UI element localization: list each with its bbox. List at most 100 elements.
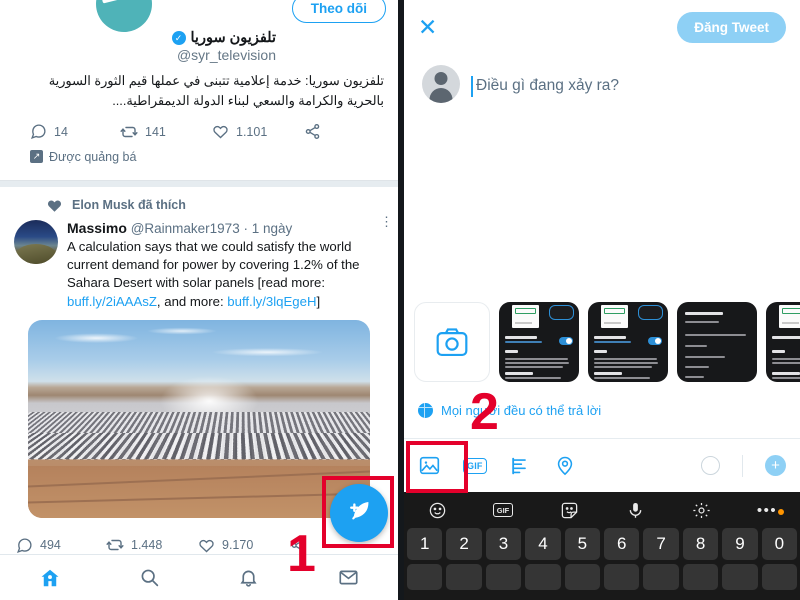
key-2[interactable]: 2 [446, 528, 481, 560]
emoji-button[interactable] [404, 501, 470, 520]
retweet-icon [120, 123, 138, 141]
reply-audience-setting[interactable]: Mọi người đều có thể trả lời [418, 403, 601, 418]
key-blank[interactable] [446, 564, 481, 590]
keyboard-settings-button[interactable] [668, 501, 734, 520]
add-tweet-button[interactable]: + [765, 455, 786, 476]
globe-icon [418, 403, 433, 418]
thumb-doc [779, 305, 800, 327]
voice-input-button[interactable] [602, 501, 668, 520]
image-icon [418, 454, 441, 477]
section-divider [0, 180, 398, 187]
open-camera-button[interactable] [414, 302, 490, 382]
search-icon [139, 567, 160, 588]
key-blank[interactable] [486, 564, 521, 590]
virtual-keyboard: GIF ••• 1 2 3 4 5 6 7 8 9 0 [404, 492, 800, 600]
poll-icon [509, 455, 532, 477]
tweet-link-1[interactable]: buff.ly/2iAAAsZ [67, 294, 157, 309]
tweet-actions: 494 1.448 9.170 [0, 536, 398, 554]
keyboard-more-button[interactable]: ••• [734, 503, 800, 518]
key-blank[interactable] [722, 564, 757, 590]
sidebar-item-notifications[interactable] [199, 567, 299, 588]
composer-body: Điều gì đang xảy ra? [404, 53, 800, 103]
promoted-tweet[interactable]: Theo dõi ✓ تلفزيون سوريا @syr_television… [0, 0, 398, 180]
author-line: Massimo @Rainmaker1973 · 1 ngày [67, 220, 384, 237]
gallery-thumbnail[interactable] [677, 302, 757, 382]
share-action[interactable] [304, 123, 368, 140]
gallery-thumbnail[interactable] [588, 302, 668, 382]
key-blank[interactable] [565, 564, 600, 590]
screenshot-root: Theo dõi ✓ تلفزيون سوريا @syr_television… [0, 0, 800, 600]
image-attach-button[interactable] [418, 454, 441, 477]
thumb-toggle [648, 337, 662, 345]
share-icon [304, 123, 321, 140]
sidebar-item-home[interactable] [0, 567, 100, 589]
home-icon [39, 567, 61, 589]
key-8[interactable]: 8 [683, 528, 718, 560]
reply-icon [16, 537, 33, 554]
reply-count: 14 [54, 125, 68, 139]
retweet-action[interactable]: 1.448 [106, 536, 198, 554]
tweet-link-2[interactable]: buff.ly/3lqEgeH [227, 294, 316, 309]
liked-tweet[interactable]: ⋮ Elon Musk đã thích Massimo @Rainmaker1… [0, 187, 398, 518]
author-handle: @Rainmaker1973 [131, 221, 240, 236]
toolbar-separator [742, 455, 743, 477]
text-caret [471, 76, 473, 97]
key-blank[interactable] [407, 564, 442, 590]
avatar[interactable] [422, 65, 460, 103]
key-7[interactable]: 7 [643, 528, 678, 560]
like-action[interactable]: 1.101 [212, 123, 304, 140]
tweet-text-part-1: A calculation says that we could satisfy… [67, 239, 359, 290]
post-tweet-button[interactable]: Đăng Tweet [677, 12, 786, 43]
keyboard-letter-row [404, 564, 800, 594]
compose-feather-icon [344, 498, 374, 528]
poll-button[interactable] [509, 455, 532, 477]
key-blank[interactable] [762, 564, 797, 590]
annotation-number-2: 2 [470, 386, 499, 438]
thumb-bubble [549, 305, 575, 319]
sidebar-item-search[interactable] [100, 567, 200, 588]
key-blank[interactable] [683, 564, 718, 590]
keyboard-number-row: 1 2 3 4 5 6 7 8 9 0 [404, 528, 800, 564]
follow-button[interactable]: Theo dõi [292, 0, 386, 23]
gallery-thumbnail[interactable] [499, 302, 579, 382]
more-icon: ••• [757, 503, 777, 518]
time-separator: · [243, 221, 248, 236]
thumb-doc [512, 305, 539, 327]
sticker-button[interactable] [536, 501, 602, 520]
tweet-photo-solar-farm[interactable] [28, 320, 370, 518]
tweet-overflow-menu-icon[interactable]: ⋮ [380, 220, 384, 224]
gallery-thumbnail[interactable] [766, 302, 800, 382]
key-4[interactable]: 4 [525, 528, 560, 560]
location-button[interactable] [554, 454, 576, 477]
reply-action[interactable]: 494 [16, 537, 106, 554]
author-name: تلفزيون سوريا [191, 30, 276, 46]
sticker-icon [560, 501, 579, 520]
tweet-text-input[interactable]: Điều gì đang xảy ra? [471, 65, 619, 103]
avatar[interactable] [14, 220, 58, 264]
author-line: ✓ تلفزيون سوريا [14, 30, 384, 46]
photo-desert-ground [28, 466, 370, 517]
keyboard-gif-button[interactable]: GIF [470, 503, 536, 517]
key-9[interactable]: 9 [722, 528, 757, 560]
retweet-icon [106, 536, 124, 554]
compose-tweet-fab[interactable] [330, 484, 388, 542]
key-blank[interactable] [604, 564, 639, 590]
close-icon[interactable]: ✕ [418, 16, 437, 39]
key-0[interactable]: 0 [762, 528, 797, 560]
twitter-timeline-panel: Theo dõi ✓ تلفزيون سوريا @syr_television… [0, 0, 398, 600]
key-5[interactable]: 5 [565, 528, 600, 560]
retweet-count: 1.448 [131, 538, 162, 552]
retweet-action[interactable]: 141 [120, 123, 212, 141]
reply-action[interactable]: 14 [30, 123, 120, 140]
like-action[interactable]: 9.170 [198, 537, 290, 554]
key-3[interactable]: 3 [486, 528, 521, 560]
key-1[interactable]: 1 [407, 528, 442, 560]
key-6[interactable]: 6 [604, 528, 639, 560]
thumb-toggle [559, 337, 573, 345]
gif-attach-button[interactable]: GIF [463, 458, 487, 474]
thumb-doc [601, 305, 628, 327]
key-blank[interactable] [643, 564, 678, 590]
heart-filled-icon [46, 197, 63, 214]
keyboard-toolbar: GIF ••• [404, 492, 800, 528]
key-blank[interactable] [525, 564, 560, 590]
